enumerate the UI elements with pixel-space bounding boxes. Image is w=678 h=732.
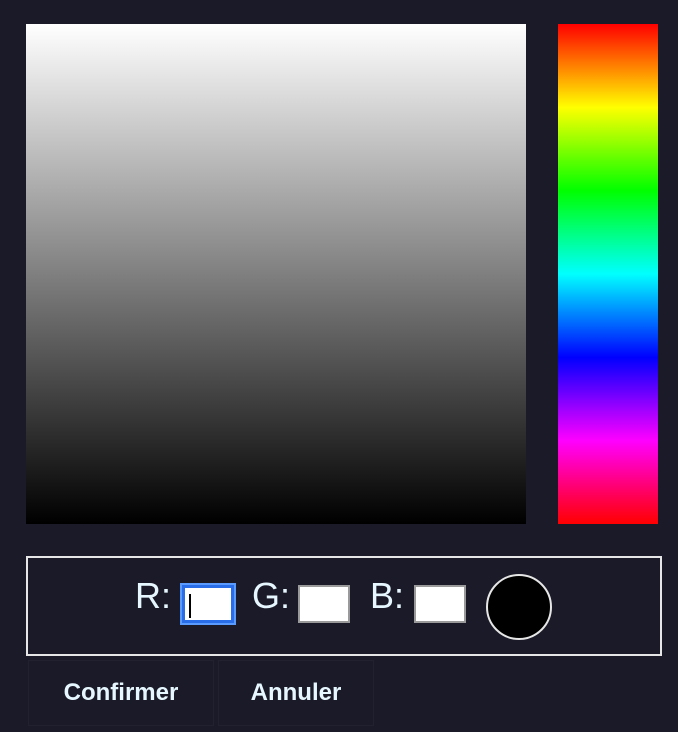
green-channel-input[interactable] — [298, 585, 350, 623]
red-channel-label: R: — [135, 575, 171, 616]
confirm-button[interactable]: Confirmer — [28, 660, 214, 726]
cancel-button[interactable]: Annuler — [218, 660, 374, 726]
rgb-input-panel: R: G: B: — [26, 556, 662, 656]
green-channel-label: G: — [252, 575, 291, 616]
color-preview-swatch — [486, 574, 552, 640]
color-picker-dialog: R: G: B: Confirmer Annuler — [0, 0, 678, 732]
saturation-value-area[interactable] — [26, 24, 526, 524]
text-caret — [189, 594, 191, 618]
blue-channel-label: B: — [370, 575, 405, 616]
red-channel-input[interactable] — [182, 585, 234, 623]
hue-slider[interactable] — [558, 24, 658, 524]
blue-channel-input[interactable] — [414, 585, 466, 623]
